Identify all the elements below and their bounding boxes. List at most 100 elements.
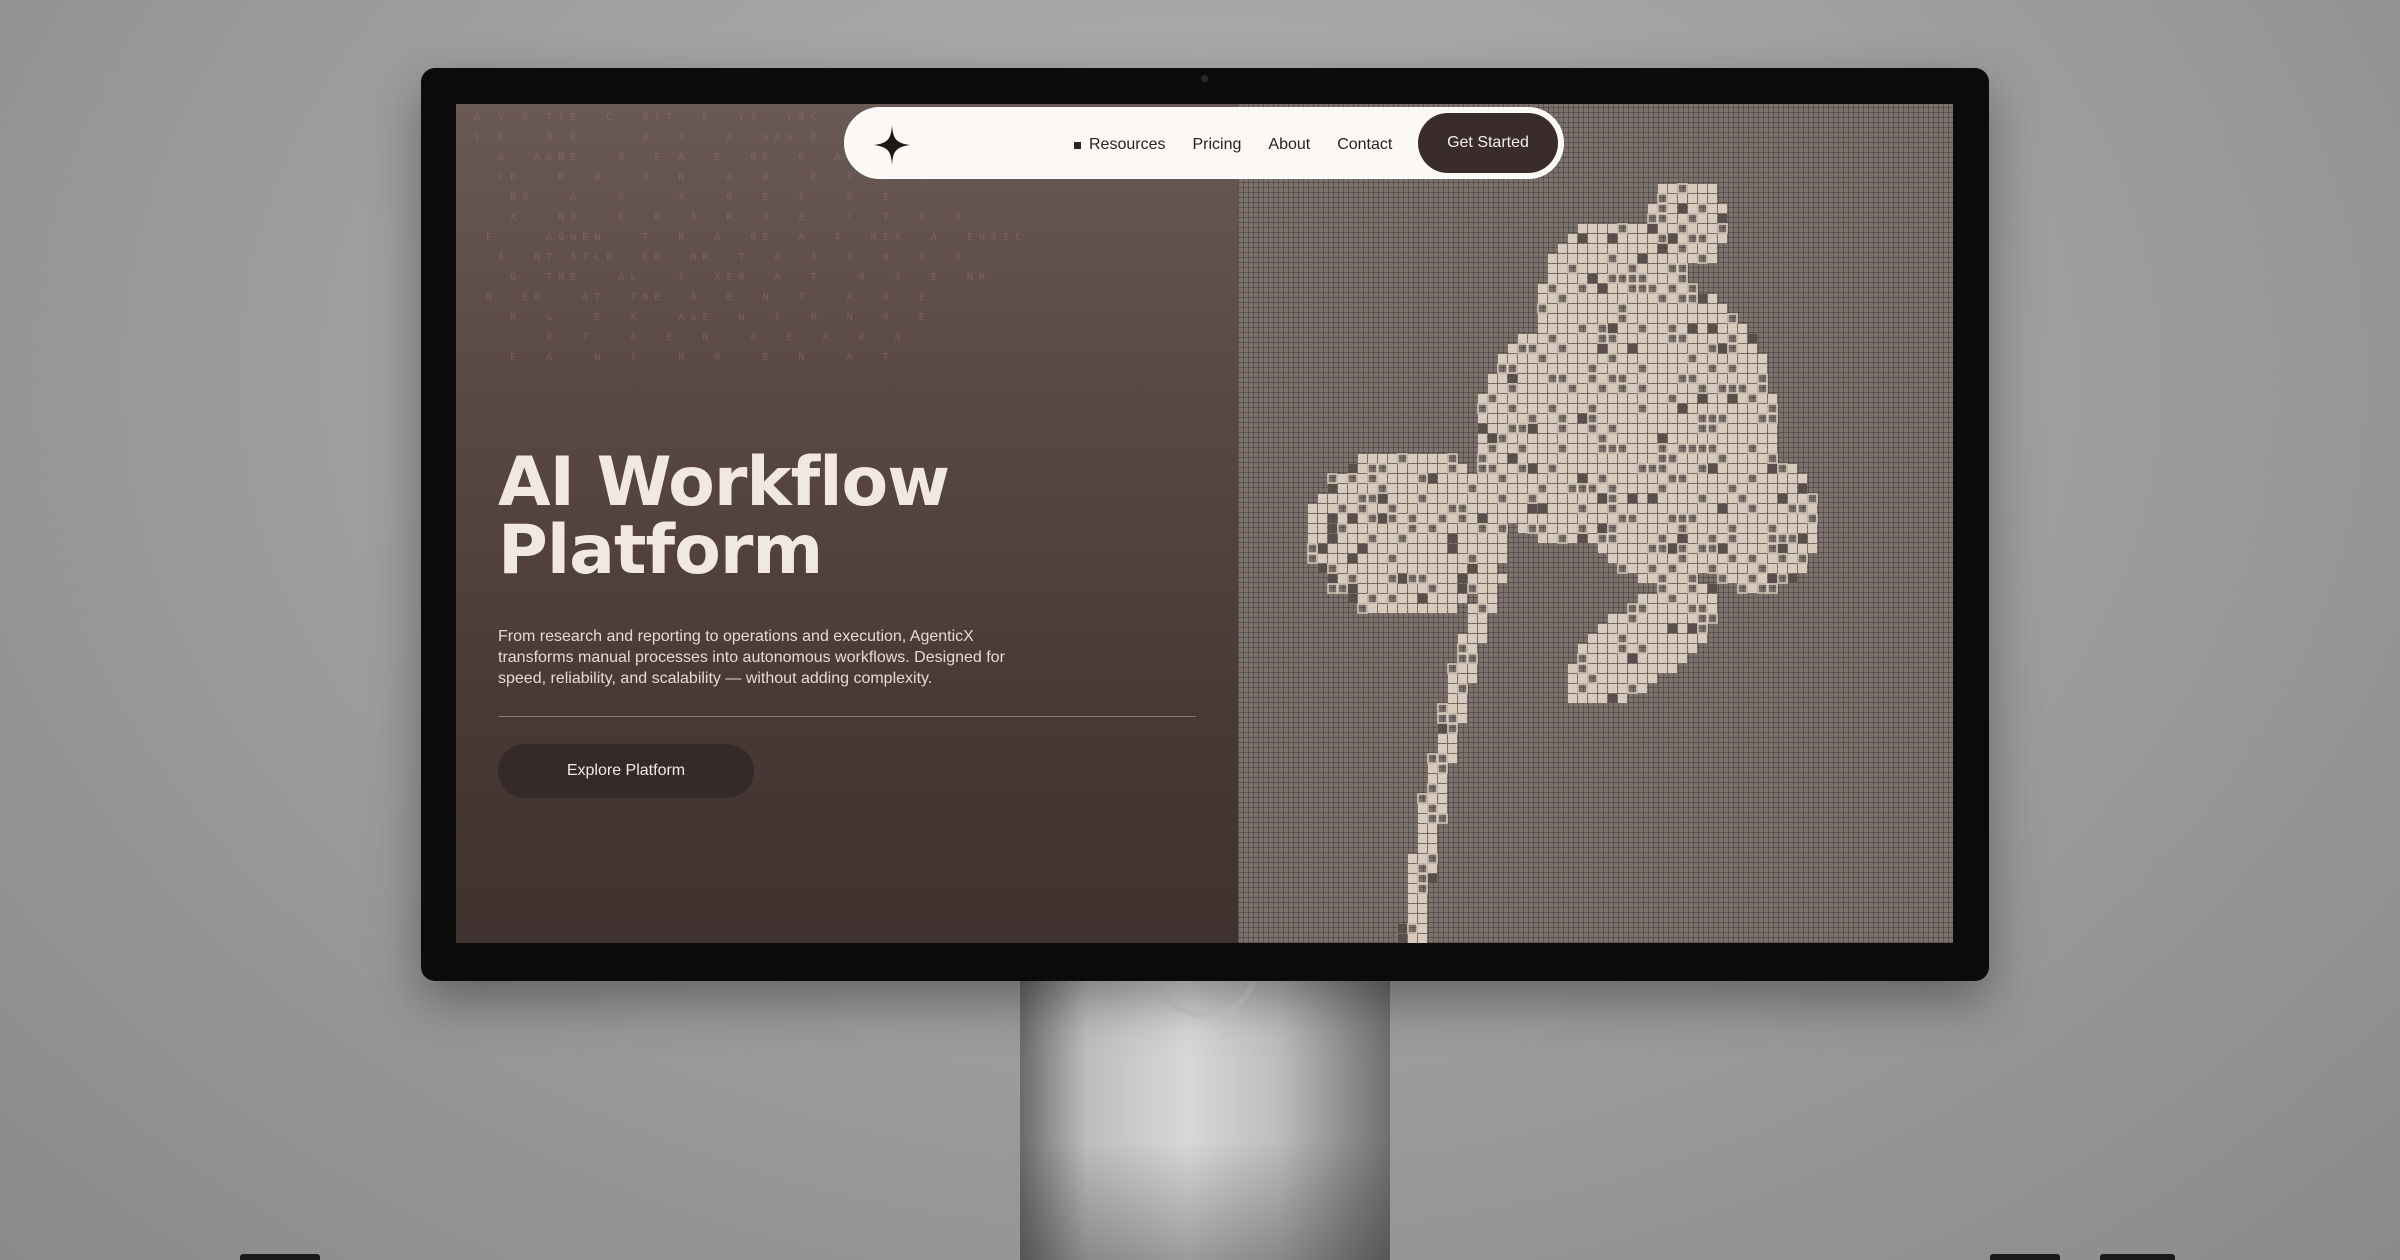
flower-pixel [1598, 654, 1607, 663]
flower-pixel [1598, 684, 1607, 693]
flower-pixel [1678, 464, 1687, 473]
flower-pixel [1708, 584, 1717, 593]
flower-pixel [1587, 403, 1598, 414]
flower-pixel [1477, 523, 1488, 534]
flower-pixel [1378, 584, 1387, 593]
flower-pixel [1747, 573, 1758, 584]
flower-pixel [1738, 404, 1747, 413]
flower-pixel [1348, 494, 1357, 503]
flower-pixel [1718, 534, 1727, 543]
flower-pixel [1378, 524, 1387, 533]
flower-pixel [1567, 383, 1578, 394]
flower-pixel [1638, 684, 1647, 693]
nav-link-contact[interactable]: Contact [1337, 136, 1392, 154]
flower-pixel [1327, 583, 1338, 594]
flower-pixel [1558, 524, 1567, 533]
flower-pixel [1708, 404, 1717, 413]
flower-pixel [1757, 373, 1768, 384]
flower-pixel [1718, 334, 1727, 343]
flower-pixel [1697, 443, 1708, 454]
flower-pixel [1657, 443, 1668, 454]
flower-pixel [1498, 374, 1507, 383]
flower-pixel [1548, 494, 1557, 503]
flower-pixel [1728, 414, 1737, 423]
flower-pixel [1638, 434, 1647, 443]
flower-pixel [1598, 674, 1607, 683]
flower-pixel [1498, 464, 1507, 473]
flower-pixel [1598, 494, 1607, 503]
flower-pixel [1677, 513, 1688, 524]
flower-pixel [1497, 523, 1508, 534]
flower-pixel [1688, 644, 1697, 653]
explore-platform-button[interactable]: Explore Platform [498, 744, 754, 798]
flower-pixel [1698, 524, 1707, 533]
flower-pixel [1588, 324, 1597, 333]
flower-pixel [1548, 384, 1557, 393]
flower-pixel [1608, 644, 1617, 653]
flower-pixel [1458, 584, 1467, 593]
flower-pixel [1777, 553, 1788, 564]
nav-link-about[interactable]: About [1268, 136, 1310, 154]
flower-pixel [1408, 534, 1417, 543]
flower-pixel [1428, 774, 1437, 783]
flower-pixel [1758, 504, 1767, 513]
flower-pixel [1638, 354, 1647, 363]
flower-pixel [1618, 354, 1627, 363]
flower-pixel [1598, 294, 1607, 303]
flower-pixel [1528, 464, 1537, 473]
flower-pixel [1548, 414, 1557, 423]
flower-pixel [1568, 454, 1577, 463]
flower-pixel [1318, 514, 1327, 523]
flower-pixel [1648, 624, 1657, 633]
flower-pixel [1728, 424, 1737, 433]
four-point-star-icon[interactable] [870, 123, 914, 167]
flower-pixel [1568, 494, 1577, 503]
get-started-button[interactable]: Get Started [1418, 113, 1558, 173]
flower-pixel [1687, 583, 1698, 594]
flower-pixel [1687, 293, 1698, 304]
flower-pixel [1597, 533, 1608, 544]
flower-pixel [1588, 354, 1597, 363]
flower-pixel [1697, 383, 1708, 394]
flower-pixel [1768, 434, 1777, 443]
flower-pixel [1617, 513, 1628, 524]
flower-pixel [1708, 354, 1717, 363]
flower-pixel [1598, 344, 1607, 353]
flower-pixel [1767, 453, 1778, 464]
flower-pixel [1698, 334, 1707, 343]
flower-pixel [1488, 474, 1497, 483]
flower-pixel [1458, 714, 1467, 723]
flower-pixel [1577, 503, 1588, 514]
flower-pixel [1578, 414, 1587, 423]
flower-pixel [1388, 494, 1397, 503]
flower-pixel [1768, 554, 1777, 563]
flower-pixel [1647, 213, 1658, 224]
flower-pixel [1728, 464, 1737, 473]
nav-link-pricing[interactable]: Pricing [1192, 136, 1241, 154]
flower-pixel [1518, 524, 1527, 533]
flower-pixel [1738, 394, 1747, 403]
flower-pixel [1707, 563, 1718, 574]
flower-pixel [1708, 374, 1717, 383]
flower-pixel [1698, 634, 1707, 643]
flower-pixel [1588, 384, 1597, 393]
flower-pixel [1658, 404, 1667, 413]
flower-pixel [1608, 384, 1617, 393]
flower-pixel [1338, 564, 1347, 573]
nav-link-resources[interactable]: Resources [1074, 136, 1165, 154]
flower-pixel [1488, 584, 1497, 593]
flower-pixel [1588, 344, 1597, 353]
flower-pixel [1648, 404, 1657, 413]
flower-pixel [1798, 474, 1807, 483]
flower-pixel [1588, 244, 1597, 253]
flower-pixel [1628, 314, 1637, 323]
flower-pixel [1338, 494, 1347, 503]
flower-pixel [1718, 494, 1727, 503]
flower-pixel [1467, 653, 1478, 664]
flower-pixel [1588, 504, 1597, 513]
flower-pixel [1698, 584, 1707, 593]
flower-pixel [1358, 554, 1367, 563]
flower-pixel [1747, 553, 1758, 564]
flower-pixel [1428, 594, 1437, 603]
flower-pixel [1598, 264, 1607, 273]
